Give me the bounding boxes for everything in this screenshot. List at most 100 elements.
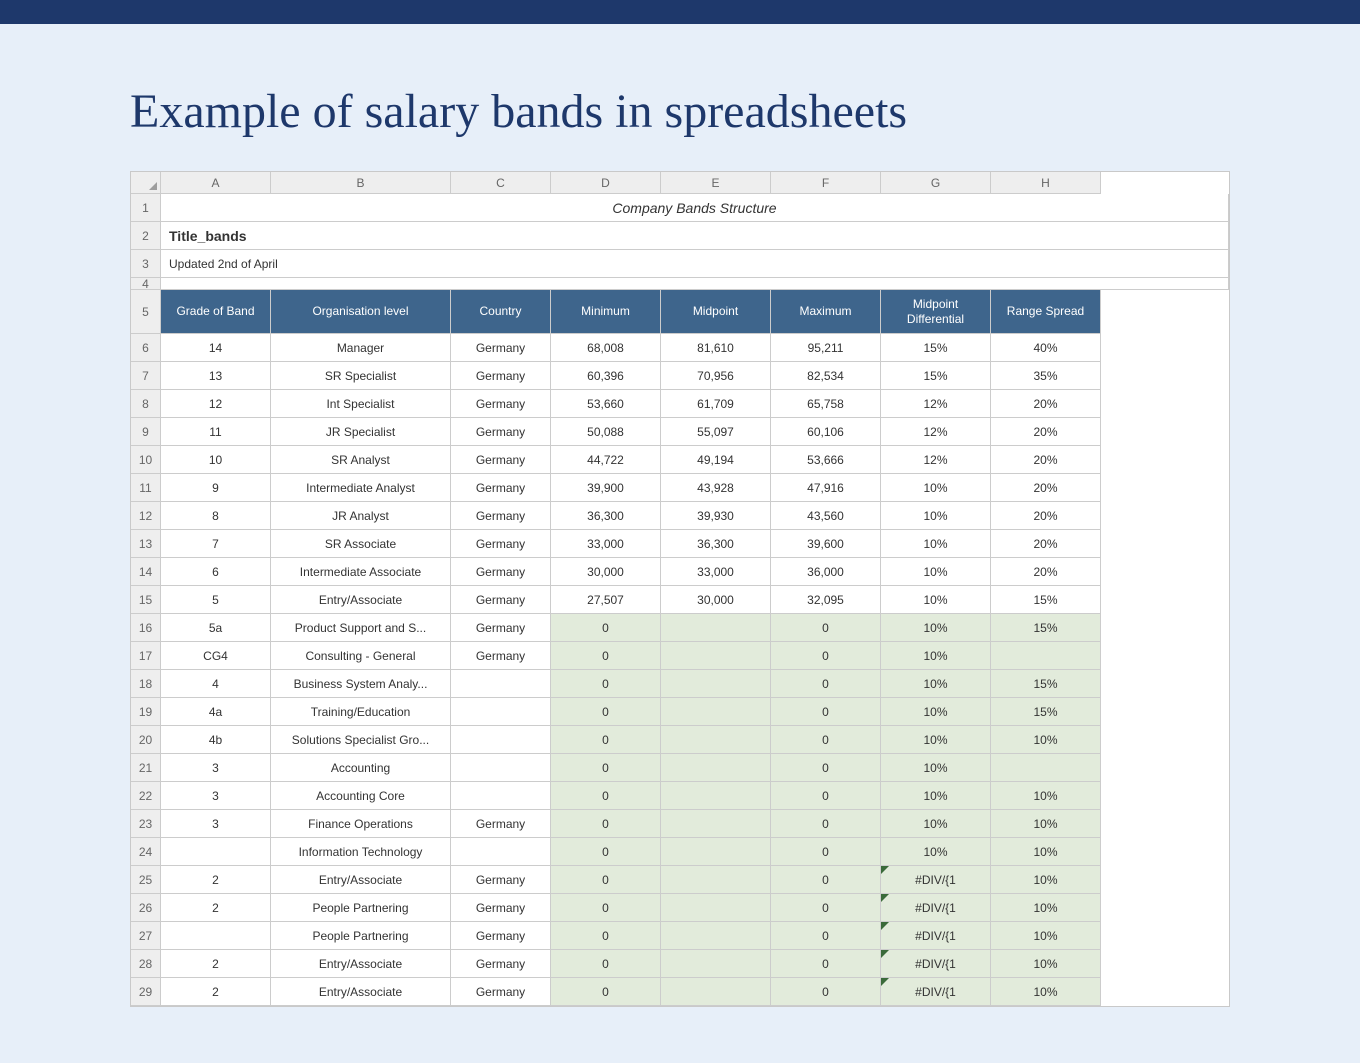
cell-F[interactable]: 60,106: [771, 418, 881, 446]
cell-G[interactable]: 12%: [881, 418, 991, 446]
row-head[interactable]: 24: [131, 838, 161, 866]
cell-F[interactable]: 53,666: [771, 446, 881, 474]
cell-A[interactable]: 12: [161, 390, 271, 418]
col-head-A[interactable]: A: [161, 172, 271, 194]
cell-E[interactable]: [661, 866, 771, 894]
cell-C[interactable]: [451, 754, 551, 782]
cell-E[interactable]: [661, 754, 771, 782]
row-head[interactable]: 6: [131, 334, 161, 362]
cell-H[interactable]: 10%: [991, 726, 1101, 754]
cell-E[interactable]: 43,928: [661, 474, 771, 502]
cell-C[interactable]: [451, 670, 551, 698]
cell-G[interactable]: 10%: [881, 558, 991, 586]
row-head[interactable]: 13: [131, 530, 161, 558]
cell-D[interactable]: 39,900: [551, 474, 661, 502]
cell-F[interactable]: 43,560: [771, 502, 881, 530]
cell-B[interactable]: Product Support and S...: [271, 614, 451, 642]
col-head-F[interactable]: F: [771, 172, 881, 194]
cell-C[interactable]: Germany: [451, 334, 551, 362]
cell-G[interactable]: 10%: [881, 586, 991, 614]
col-head-E[interactable]: E: [661, 172, 771, 194]
cell-G[interactable]: 10%: [881, 530, 991, 558]
row-head[interactable]: 20: [131, 726, 161, 754]
cell-H[interactable]: 40%: [991, 334, 1101, 362]
col-head-H[interactable]: H: [991, 172, 1101, 194]
cell-F[interactable]: 47,916: [771, 474, 881, 502]
cell-B[interactable]: Consulting - General: [271, 642, 451, 670]
cell-D[interactable]: 0: [551, 922, 661, 950]
cell-F[interactable]: 36,000: [771, 558, 881, 586]
cell-E[interactable]: [661, 978, 771, 1006]
cell-G[interactable]: 10%: [881, 698, 991, 726]
cell-C[interactable]: Germany: [451, 950, 551, 978]
cell-E[interactable]: [661, 894, 771, 922]
row-head[interactable]: 14: [131, 558, 161, 586]
cell-H[interactable]: 10%: [991, 838, 1101, 866]
cell-D[interactable]: 0: [551, 866, 661, 894]
row-head[interactable]: 18: [131, 670, 161, 698]
row-head[interactable]: 25: [131, 866, 161, 894]
cell-B[interactable]: Entry/Associate: [271, 866, 451, 894]
cell-F[interactable]: 0: [771, 950, 881, 978]
cell-E[interactable]: [661, 726, 771, 754]
cell-A[interactable]: 14: [161, 334, 271, 362]
cell-A[interactable]: 7: [161, 530, 271, 558]
cell-B[interactable]: Manager: [271, 334, 451, 362]
cell-B[interactable]: JR Analyst: [271, 502, 451, 530]
cell-D[interactable]: 0: [551, 894, 661, 922]
cell-H[interactable]: [991, 642, 1101, 670]
cell-E[interactable]: 55,097: [661, 418, 771, 446]
row-head[interactable]: 23: [131, 810, 161, 838]
cell-B[interactable]: Finance Operations: [271, 810, 451, 838]
cell-C[interactable]: Germany: [451, 978, 551, 1006]
row-head[interactable]: 15: [131, 586, 161, 614]
cell-A[interactable]: 2: [161, 866, 271, 894]
cell-A[interactable]: 5a: [161, 614, 271, 642]
cell-D[interactable]: 33,000: [551, 530, 661, 558]
cell-C[interactable]: Germany: [451, 922, 551, 950]
cell-F[interactable]: 0: [771, 614, 881, 642]
hdr-org[interactable]: Organisation level: [271, 290, 451, 334]
cell-B[interactable]: Accounting Core: [271, 782, 451, 810]
row-head[interactable]: 7: [131, 362, 161, 390]
cell-B[interactable]: SR Specialist: [271, 362, 451, 390]
row-head[interactable]: 19: [131, 698, 161, 726]
cell-C[interactable]: Germany: [451, 810, 551, 838]
cell-B[interactable]: People Partnering: [271, 894, 451, 922]
cell-E[interactable]: 70,956: [661, 362, 771, 390]
cell-H[interactable]: 20%: [991, 502, 1101, 530]
cell-B[interactable]: Accounting: [271, 754, 451, 782]
cell-A[interactable]: 3: [161, 810, 271, 838]
cell-A[interactable]: 8: [161, 502, 271, 530]
cell-E[interactable]: [661, 670, 771, 698]
cell-B[interactable]: Entry/Associate: [271, 978, 451, 1006]
cell-H[interactable]: 10%: [991, 950, 1101, 978]
select-all-corner[interactable]: [131, 172, 161, 194]
row-head-4[interactable]: 4: [131, 278, 161, 290]
cell-A[interactable]: [161, 922, 271, 950]
cell-D[interactable]: 27,507: [551, 586, 661, 614]
cell-G[interactable]: 10%: [881, 614, 991, 642]
cell-B[interactable]: Entry/Associate: [271, 586, 451, 614]
cell-F[interactable]: 95,211: [771, 334, 881, 362]
cell-C[interactable]: Germany: [451, 642, 551, 670]
cell-D[interactable]: 0: [551, 754, 661, 782]
row-head[interactable]: 16: [131, 614, 161, 642]
cell-A[interactable]: 2: [161, 894, 271, 922]
cell-E[interactable]: [661, 838, 771, 866]
cell-F[interactable]: 0: [771, 866, 881, 894]
cell-D[interactable]: 0: [551, 810, 661, 838]
row-head-5[interactable]: 5: [131, 290, 161, 334]
cell-A[interactable]: CG4: [161, 642, 271, 670]
cell-B[interactable]: JR Specialist: [271, 418, 451, 446]
cell-D[interactable]: 68,008: [551, 334, 661, 362]
cell-C[interactable]: Germany: [451, 558, 551, 586]
row-head[interactable]: 21: [131, 754, 161, 782]
cell-G[interactable]: #DIV/{1: [881, 922, 991, 950]
cell-H[interactable]: 10%: [991, 894, 1101, 922]
row-head[interactable]: 8: [131, 390, 161, 418]
cell-H[interactable]: 35%: [991, 362, 1101, 390]
cell-empty[interactable]: [161, 278, 1229, 290]
cell-H[interactable]: 10%: [991, 922, 1101, 950]
cell-D[interactable]: 0: [551, 670, 661, 698]
